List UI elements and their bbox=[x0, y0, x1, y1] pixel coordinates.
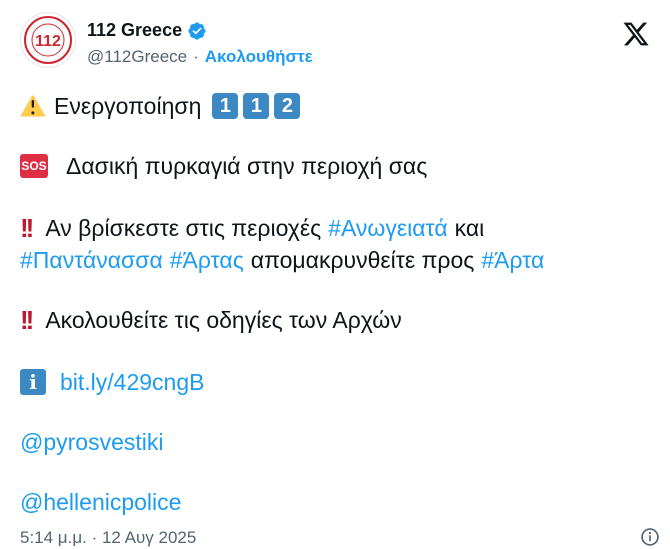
timestamp[interactable]: 5:14 μ.μ. · 12 Αυγ 2025 bbox=[20, 528, 196, 548]
keycap-1: 1 bbox=[212, 93, 239, 119]
line-fire: SOS Δασική πυρκαγιά στην περιοχή σας bbox=[20, 150, 427, 182]
double-exclamation-icon: !! bbox=[20, 213, 34, 243]
tweet-header: 112 112 Greece @112Greece · Ακολουθήστε bbox=[20, 12, 660, 72]
line-mention-2: @hellenicpolice bbox=[20, 486, 181, 518]
x-logo-icon[interactable] bbox=[622, 20, 650, 48]
double-exclamation-icon: !! bbox=[20, 305, 34, 335]
activation-text: Ενεργοποίηση bbox=[54, 93, 202, 119]
hashtag-artas[interactable]: #Άρτας bbox=[170, 244, 244, 276]
keycap-2: 2 bbox=[274, 93, 301, 119]
line-evacuate: #Παντάνασσα #Άρτας απομακρυνθείτε προς #… bbox=[20, 244, 544, 276]
handle[interactable]: @112Greece bbox=[87, 47, 187, 67]
separator: · bbox=[193, 47, 199, 66]
information-icon: i bbox=[20, 369, 46, 395]
logo-112-icon: 112 bbox=[24, 16, 72, 64]
instructions-text: Ακολουθείτε τις οδηγίες των Αρχών bbox=[45, 307, 402, 333]
line-mention-1: @pyrosvestiki bbox=[20, 426, 164, 458]
line-activation: Ενεργοποίηση 1 1 2 bbox=[20, 90, 301, 122]
follow-button[interactable]: Ακολουθήστε bbox=[205, 47, 313, 67]
handle-row: @112Greece · Ακολουθήστε bbox=[87, 47, 313, 67]
name-row: 112 Greece bbox=[87, 20, 207, 41]
avatar-text: 112 bbox=[35, 33, 61, 50]
hashtag-pantanassa[interactable]: #Παντάνασσα bbox=[20, 244, 163, 276]
sos-icon: SOS bbox=[20, 154, 48, 178]
avatar[interactable]: 112 bbox=[20, 12, 76, 68]
fire-text: Δασική πυρκαγιά στην περιοχή σας bbox=[66, 153, 428, 179]
verified-badge-icon bbox=[188, 21, 206, 40]
line-link: i bit.ly/429cngB bbox=[20, 366, 204, 398]
line-areas: !! Αν βρίσκεστε στις περιοχές #Ανωγειατά… bbox=[20, 212, 484, 244]
line-instructions: !! Ακολουθείτε τις οδηγίες των Αρχών bbox=[20, 304, 402, 336]
keycap-1: 1 bbox=[243, 93, 270, 119]
warning-icon bbox=[20, 95, 45, 117]
areas-text: Αν βρίσκεστε στις περιοχές bbox=[45, 215, 322, 241]
and-text: και bbox=[454, 215, 485, 241]
mention-hellenicpolice[interactable]: @hellenicpolice bbox=[20, 486, 181, 518]
mention-pyrosvestiki[interactable]: @pyrosvestiki bbox=[20, 426, 164, 458]
evacuate-text: απομακρυνθείτε προς bbox=[250, 247, 475, 273]
display-name[interactable]: 112 Greece bbox=[87, 20, 182, 41]
hashtag-arta[interactable]: #Άρτα bbox=[481, 244, 544, 276]
hashtag-anogeiata[interactable]: #Ανωγειατά bbox=[328, 212, 447, 244]
info-circle-icon[interactable] bbox=[640, 527, 660, 547]
short-link[interactable]: bit.ly/429cngB bbox=[60, 366, 204, 398]
